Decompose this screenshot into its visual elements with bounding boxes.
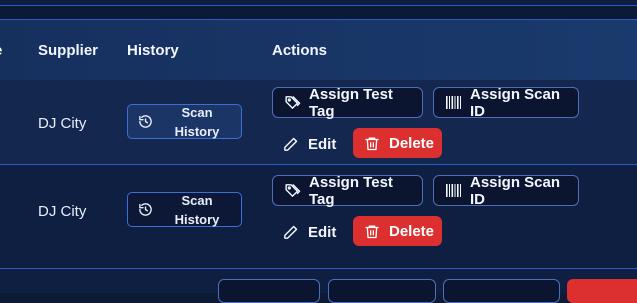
assign-test-tag-label: Assign Test Tag [309, 85, 393, 120]
edit-button[interactable]: Edit [282, 129, 336, 159]
barcode-icon [446, 96, 461, 109]
assign-test-tag-button[interactable]: Assign Test Tag [272, 85, 423, 120]
trash-icon [365, 137, 379, 150]
table-header: e Supplier History Actions [0, 20, 637, 80]
column-header-supplier[interactable]: Supplier [38, 42, 98, 59]
tags-icon [285, 184, 301, 197]
scan-history-button[interactable]: Scan History [127, 104, 242, 139]
partial-delete-button[interactable] [567, 279, 637, 303]
delete-label: Delete [389, 222, 435, 240]
partial-button[interactable] [328, 279, 436, 303]
pencil-icon [284, 225, 298, 239]
assign-scan-id-label: Assign Scan ID [470, 173, 561, 208]
scan-history-label-line2: History [174, 123, 220, 139]
column-header-actions: Actions [272, 42, 328, 59]
assign-scan-id-label: Assign Scan ID [470, 85, 561, 120]
supplier-cell: DJ City [38, 115, 87, 132]
delete-label: Delete [389, 134, 435, 152]
history-icon [139, 115, 152, 128]
pencil-icon [284, 137, 298, 151]
table-row: DJ City Scan History Assign Test Tag Ass… [0, 165, 637, 268]
edit-label: Edit [308, 135, 337, 153]
edit-button[interactable]: Edit [282, 217, 336, 247]
trash-icon [365, 225, 379, 238]
scan-history-label-line1: Scan [181, 104, 213, 120]
table-row [0, 269, 637, 303]
history-icon [139, 203, 152, 216]
partial-button[interactable] [218, 279, 320, 303]
assign-scan-id-button[interactable]: Assign Scan ID [433, 173, 579, 208]
assign-test-tag-button[interactable]: Assign Test Tag [272, 173, 423, 208]
scan-history-button[interactable]: Scan History [127, 192, 242, 227]
assign-scan-id-button[interactable]: Assign Scan ID [433, 85, 579, 120]
toolbar-strip [0, 0, 637, 6]
edit-label: Edit [308, 223, 337, 241]
barcode-icon [446, 184, 461, 197]
supplier-cell: DJ City [38, 203, 87, 220]
table-row: DJ City Scan History Assign Test Tag Ass… [0, 80, 637, 164]
column-header-history[interactable]: History [127, 42, 179, 59]
assign-test-tag-label: Assign Test Tag [309, 173, 393, 208]
delete-button[interactable]: Delete [353, 216, 442, 246]
scan-history-label-line2: History [174, 211, 220, 227]
partial-button[interactable] [443, 279, 560, 303]
scan-history-label-line1: Scan [181, 192, 213, 208]
tags-icon [285, 96, 301, 109]
truncated-column-header-edge: e [0, 42, 2, 59]
delete-button[interactable]: Delete [353, 128, 442, 158]
